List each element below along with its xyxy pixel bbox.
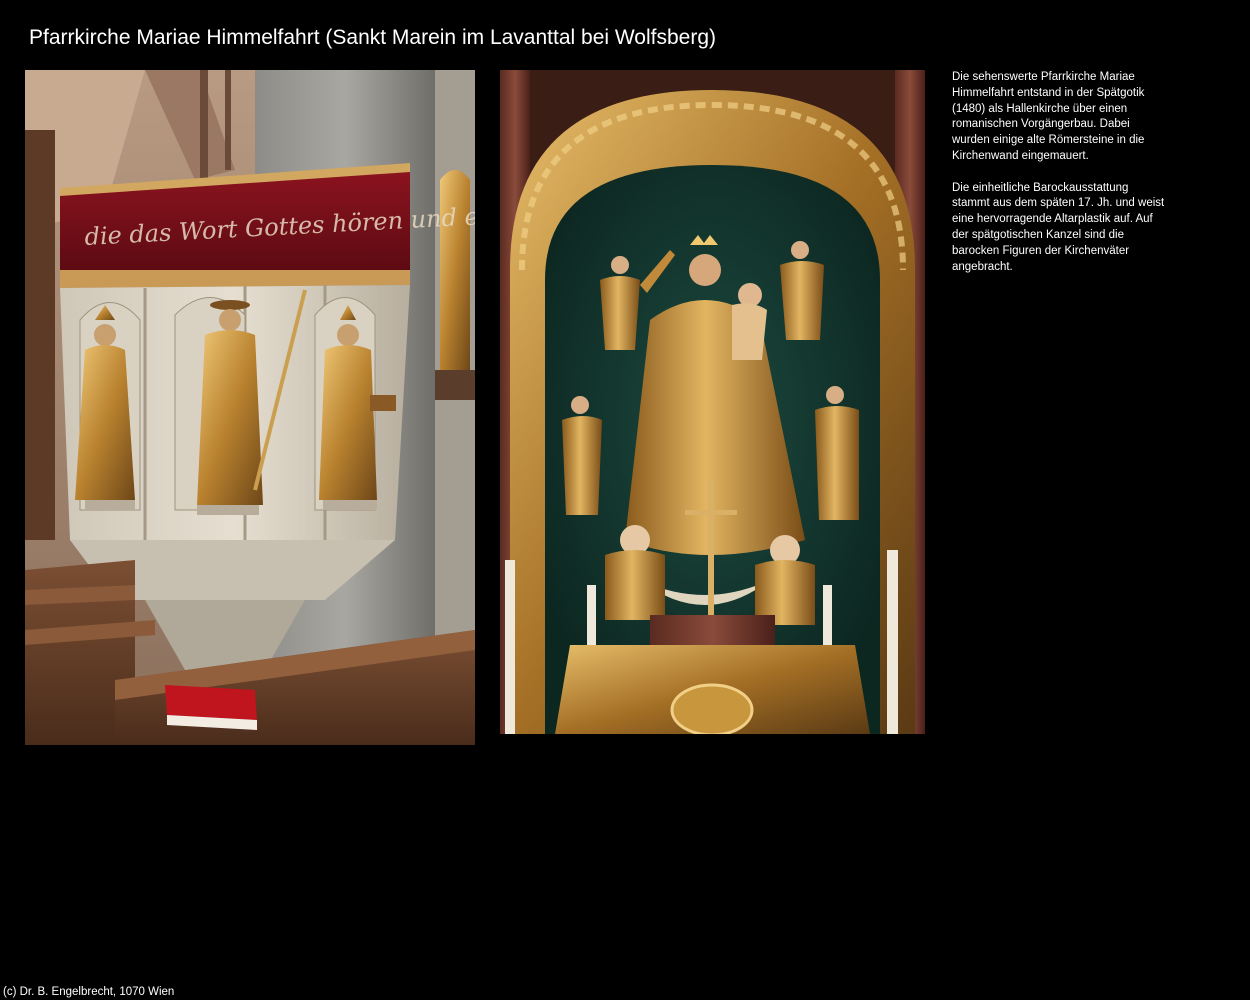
description-paragraph-2: Die einheitliche Barockausstattung stamm… xyxy=(952,181,1165,273)
pulpit-illustration: die das Wort Gottes hören und es befolge… xyxy=(25,70,475,745)
altar-illustration xyxy=(500,70,925,734)
copyright-notice: (c) Dr. B. Engelbrecht, 1070 Wien xyxy=(3,986,175,998)
candle-left xyxy=(505,560,515,734)
red-hymnal-books xyxy=(165,685,257,730)
description-text: Die sehenswerte Pfarrkirche Mariae Himme… xyxy=(952,70,1167,291)
pulpit-photo[interactable]: die das Wort Gottes hören und es befolge… xyxy=(25,70,475,745)
altar-photo[interactable] xyxy=(500,70,925,734)
description-paragraph-1: Die sehenswerte Pfarrkirche Mariae Himme… xyxy=(952,71,1145,162)
page-title: Pfarrkirche Mariae Himmelfahrt (Sankt Ma… xyxy=(29,26,717,49)
candle-right xyxy=(887,550,898,734)
